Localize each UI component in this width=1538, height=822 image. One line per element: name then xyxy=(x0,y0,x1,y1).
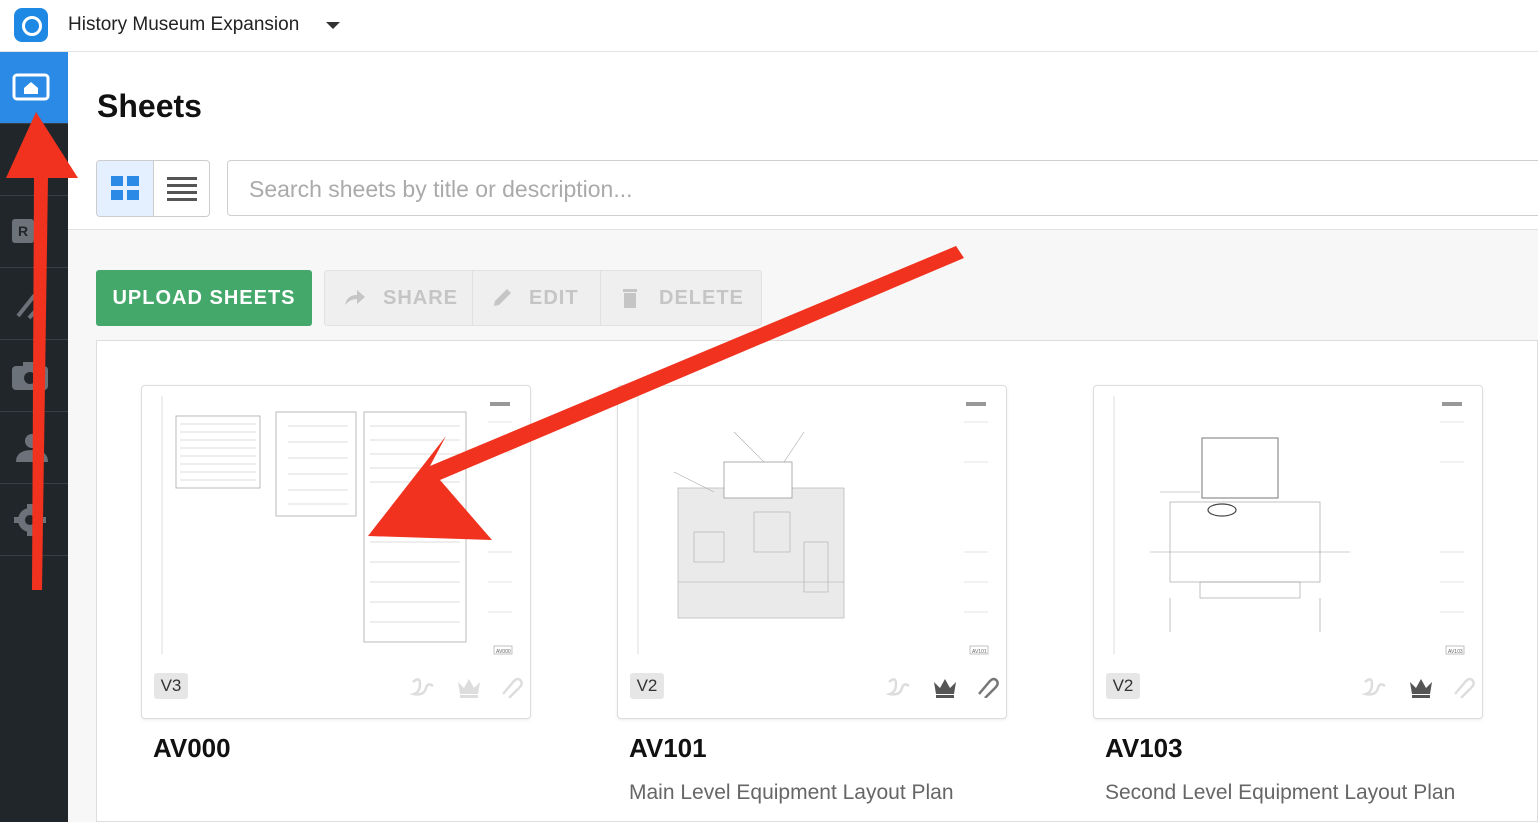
version-badge: V3 xyxy=(154,673,188,699)
sheet-description: Second Level Equipment Layout Plan xyxy=(1105,781,1456,804)
sheet-number[interactable]: AV000 xyxy=(153,733,231,764)
sheets-grid: AV000 V3 AV000 AV101 V2 AV101 Main Level… xyxy=(96,340,1538,822)
markup-icon[interactable] xyxy=(886,676,912,698)
sheet-card[interactable]: AV101 V2 xyxy=(617,385,1007,719)
markup-icon[interactable] xyxy=(1362,676,1388,698)
delete-button[interactable]: DELETE xyxy=(601,271,761,325)
share-button[interactable]: SHARE xyxy=(325,271,473,325)
gear-icon xyxy=(14,504,46,536)
sheet-tag: AV101 xyxy=(972,649,987,655)
grid-icon xyxy=(111,176,139,200)
app-logo[interactable] xyxy=(14,8,48,42)
sidebar-item-home[interactable] xyxy=(0,52,68,124)
edit-label: EDIT xyxy=(529,287,579,309)
delete-label: DELETE xyxy=(659,287,744,309)
sheet-card[interactable]: AV103 V2 xyxy=(1093,385,1483,719)
sheet-card[interactable]: AV000 V3 xyxy=(141,385,531,719)
sheets-header: Sheets Search sheets by title or descrip… xyxy=(68,52,1538,230)
sheet-thumbnail[interactable]: AV103 xyxy=(1110,392,1468,664)
camera-icon xyxy=(12,362,48,390)
sidebar-item-people[interactable] xyxy=(0,412,68,484)
sheet-number[interactable]: AV103 xyxy=(1105,733,1183,764)
version-badge: V2 xyxy=(1106,673,1140,699)
person-icon xyxy=(16,434,48,462)
share-label: SHARE xyxy=(383,287,459,309)
pencil-icon xyxy=(494,289,511,306)
sheet-actions: SHARE EDIT DELETE xyxy=(324,270,762,326)
sheet-thumbnail[interactable]: AV101 xyxy=(634,392,992,664)
edit-button[interactable]: EDIT xyxy=(473,271,601,325)
page-title: Sheets xyxy=(97,88,202,124)
share-icon xyxy=(345,290,365,305)
list-view-button[interactable] xyxy=(154,161,210,216)
trash-icon xyxy=(623,289,637,308)
search-input[interactable]: Search sheets by title or description... xyxy=(227,160,1538,216)
paperclip-icon xyxy=(16,291,47,320)
sidebar-item-settings[interactable] xyxy=(0,484,68,556)
paperclip-icon[interactable] xyxy=(974,676,1000,698)
version-badge: V2 xyxy=(630,673,664,699)
view-toggle xyxy=(96,160,210,217)
markup-icon[interactable] xyxy=(410,676,436,698)
sheet-thumbnail[interactable]: AV000 xyxy=(158,392,516,664)
grid-view-button[interactable] xyxy=(97,161,154,216)
project-name[interactable]: History Museum Expansion xyxy=(68,14,299,36)
sheet-tag: AV000 xyxy=(496,649,511,655)
chevron-down-icon[interactable] xyxy=(326,22,340,29)
list-icon xyxy=(167,177,197,201)
crown-icon[interactable] xyxy=(932,676,958,698)
sheet-tag: AV103 xyxy=(1448,649,1463,655)
search-placeholder: Search sheets by title or description... xyxy=(249,176,633,202)
sheet-description: Main Level Equipment Layout Plan xyxy=(629,781,954,804)
sidebar-item-attachments[interactable] xyxy=(0,268,68,340)
main-content: Sheets Search sheets by title or descrip… xyxy=(68,52,1538,822)
pin-icon xyxy=(27,149,41,163)
crown-icon[interactable] xyxy=(456,676,482,698)
sidebar-item-pins[interactable] xyxy=(0,124,68,196)
sidebar-item-photos[interactable] xyxy=(0,340,68,412)
paperclip-icon[interactable] xyxy=(498,676,524,698)
crown-icon[interactable] xyxy=(1408,676,1434,698)
sidebar-item-rfi[interactable]: R xyxy=(0,196,68,268)
rfi-label: R xyxy=(18,223,29,239)
top-bar: History Museum Expansion xyxy=(0,0,1538,52)
paperclip-icon[interactable] xyxy=(1450,676,1476,698)
sidebar: R xyxy=(0,52,68,822)
sheet-number[interactable]: AV101 xyxy=(629,733,707,764)
home-icon xyxy=(12,73,50,101)
upload-sheets-button[interactable]: UPLOAD SHEETS xyxy=(96,270,312,326)
